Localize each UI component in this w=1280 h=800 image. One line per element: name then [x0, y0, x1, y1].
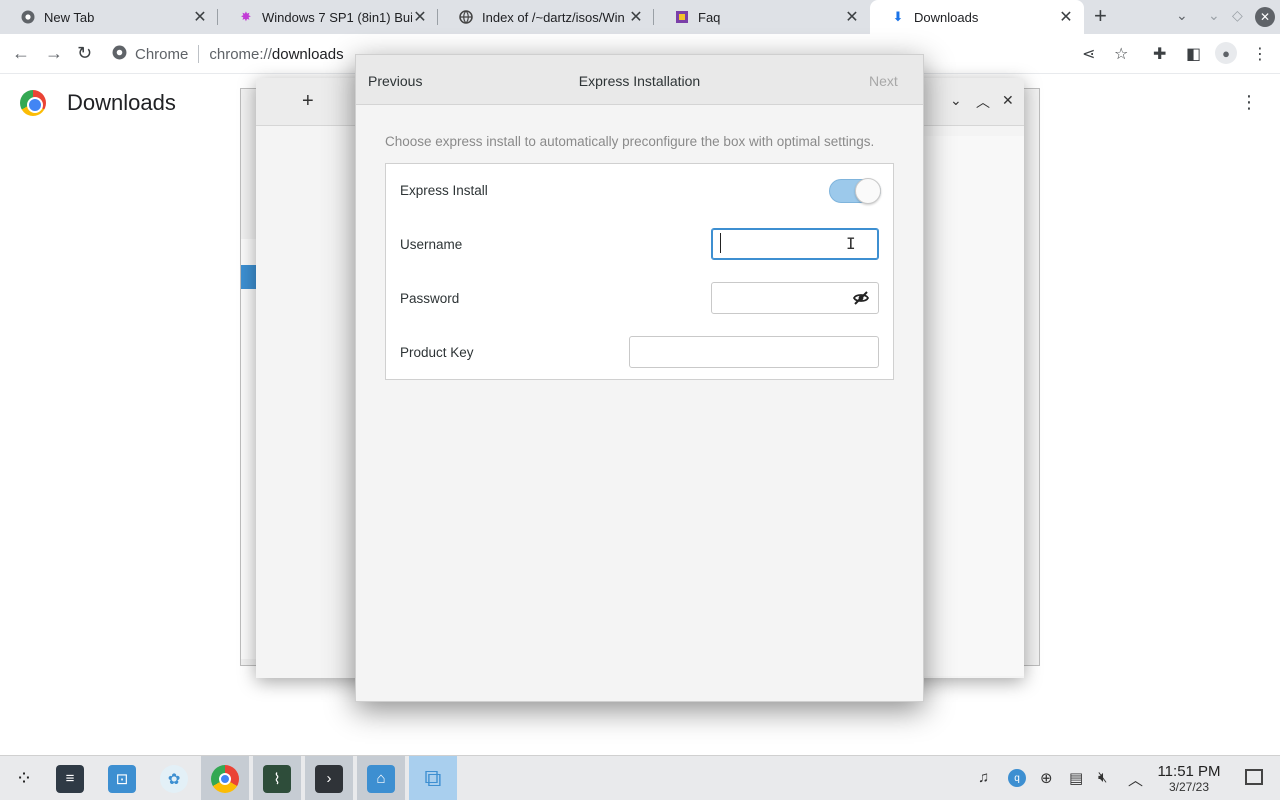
add-box-icon[interactable]: +: [302, 90, 314, 113]
clock-date: 3/27/23: [1168, 780, 1210, 794]
chrome-icon: [211, 764, 239, 793]
globe-icon: [458, 9, 474, 25]
clock-time: 11:51 PM: [1157, 763, 1221, 780]
password-label: Password: [400, 291, 460, 306]
restore-window-icon[interactable]: ◇: [1232, 7, 1243, 24]
tab-title: Windows 7 SP1 (8in1) Bui: [262, 9, 412, 25]
show-desktop-icon[interactable]: [1245, 769, 1263, 785]
maximize-icon[interactable]: ︿: [976, 92, 990, 112]
system-settings-icon: ≡: [56, 764, 84, 793]
clock[interactable]: 11:51 PM 3/27/23: [1153, 763, 1225, 795]
hide-password-icon[interactable]: [852, 289, 870, 307]
express-install-label: Express Install: [400, 183, 488, 198]
show-hidden-icons-chevron[interactable]: ︿: [1128, 769, 1143, 790]
bookmark-star-icon[interactable]: ☆: [1114, 44, 1128, 64]
extensions-icon[interactable]: ✚: [1153, 44, 1166, 64]
close-tab-icon[interactable]: ✕: [844, 7, 860, 27]
tab-search-icon[interactable]: ⌄: [1176, 7, 1188, 24]
notifications-bell-icon[interactable]: ♫: [978, 769, 989, 786]
tab-downloads[interactable]: ⬇ Downloads ✕: [870, 0, 1084, 34]
side-panel-icon[interactable]: ◧: [1186, 44, 1201, 64]
tab-new-tab[interactable]: New Tab ✕: [0, 0, 218, 34]
tab-title: Index of /~dartz/isos/Win: [482, 9, 625, 25]
username-label: Username: [400, 237, 463, 252]
downloads-menu-icon[interactable]: ⋮: [1240, 92, 1258, 113]
site-chip: Chrome: [135, 45, 189, 63]
mouse-ibeam-cursor: I: [846, 234, 856, 253]
close-window-icon[interactable]: ✕: [1255, 7, 1275, 27]
taskbar-app-store[interactable]: ⊡: [98, 756, 146, 800]
terminal-icon: ›: [315, 764, 343, 793]
new-tab-button[interactable]: +: [1094, 5, 1107, 27]
omnibox[interactable]: Chrome chrome://downloads: [112, 40, 344, 68]
update-tray-icon[interactable]: ⊕: [1040, 769, 1053, 787]
chrome-site-icon: [112, 45, 127, 64]
download-icon: ⬇: [892, 9, 904, 24]
taskbar-app-file-manager[interactable]: ⌂: [357, 756, 405, 800]
minimize-window-icon[interactable]: ⌄: [1208, 7, 1220, 24]
reload-icon[interactable]: ↻: [77, 43, 92, 64]
folder-home-icon: ⌂: [367, 764, 395, 793]
close-tab-icon[interactable]: ✕: [1058, 7, 1074, 27]
faq-icon: [674, 9, 690, 25]
back-icon[interactable]: ←: [12, 43, 30, 64]
taskbar-app-boxes[interactable]: ⧉: [409, 756, 457, 800]
express-install-toggle[interactable]: [829, 178, 881, 204]
taskbar-app-settings[interactable]: ≡: [46, 756, 94, 800]
app-launcher-button[interactable]: ⁘: [0, 756, 48, 800]
dialog-header: Express Installation Previous Next: [356, 55, 923, 105]
store-bag-icon: ⊡: [108, 764, 136, 793]
taskbar: ⁘ ≡ ⊡ ✿ ⌇ › ⌂ ⧉ ♫ q ⊕ ▤ 🔇︎ ︿ 11:51 PM 3/…: [0, 755, 1280, 800]
taskbar-app-chrome[interactable]: [201, 756, 249, 800]
taskbar-app-system-monitor[interactable]: ⌇: [253, 756, 301, 800]
product-key-input[interactable]: [629, 336, 879, 368]
profile-avatar[interactable]: ●: [1215, 42, 1237, 64]
close-tab-icon[interactable]: ✕: [628, 7, 644, 27]
tab-title: Downloads: [914, 9, 979, 25]
boxes-icon: ⧉: [424, 764, 442, 792]
tab-faq[interactable]: Faq ✕: [654, 0, 870, 34]
share-icon[interactable]: ⋖: [1082, 44, 1095, 64]
launcher-icon: ⁘: [15, 768, 33, 790]
text-caret: [720, 233, 721, 253]
tab-strip: New Tab ✕ ✸ Windows 7 SP1 (8in1) Bui ✕ I…: [0, 0, 1280, 34]
tab-windows7[interactable]: ✸ Windows 7 SP1 (8in1) Bui ✕: [218, 0, 438, 34]
qbittorrent-tray-icon[interactable]: q: [1008, 769, 1026, 787]
clipboard-icon[interactable]: ▤: [1069, 769, 1083, 787]
windows-star-icon: ✸: [240, 9, 252, 24]
tab-index-of[interactable]: Index of /~dartz/isos/Win ✕: [438, 0, 654, 34]
close-tab-icon[interactable]: ✕: [192, 7, 208, 27]
page-title: Downloads: [67, 90, 176, 115]
forward-icon[interactable]: →: [45, 43, 63, 64]
next-button[interactable]: Next: [869, 73, 898, 89]
plasma-icon: ✿: [160, 764, 188, 793]
url-text: chrome://downloads: [209, 45, 344, 63]
chrome-logo: [20, 90, 46, 116]
browser-menu-icon[interactable]: ⋮: [1252, 44, 1268, 64]
tab-title: Faq: [698, 9, 721, 25]
taskbar-app-terminal[interactable]: ›: [305, 756, 353, 800]
close-icon[interactable]: ✕: [1002, 92, 1014, 109]
dialog-description: Choose express install to automatically …: [385, 134, 875, 149]
tab-title: New Tab: [44, 9, 95, 25]
product-key-label: Product Key: [400, 345, 474, 360]
chrome-icon: [20, 9, 36, 25]
chevron-down-icon[interactable]: ⌄: [950, 92, 962, 109]
express-installation-dialog: Express Installation Previous Next Choos…: [355, 54, 924, 702]
dialog-title: Express Installation: [578, 73, 701, 89]
express-install-row: Express Install: [386, 164, 893, 218]
previous-button[interactable]: Previous: [368, 73, 422, 89]
system-monitor-icon: ⌇: [263, 764, 291, 793]
close-tab-icon[interactable]: ✕: [412, 7, 428, 27]
volume-muted-icon[interactable]: 🔇︎: [1098, 769, 1107, 786]
taskbar-app-plasma[interactable]: ✿: [150, 756, 198, 800]
